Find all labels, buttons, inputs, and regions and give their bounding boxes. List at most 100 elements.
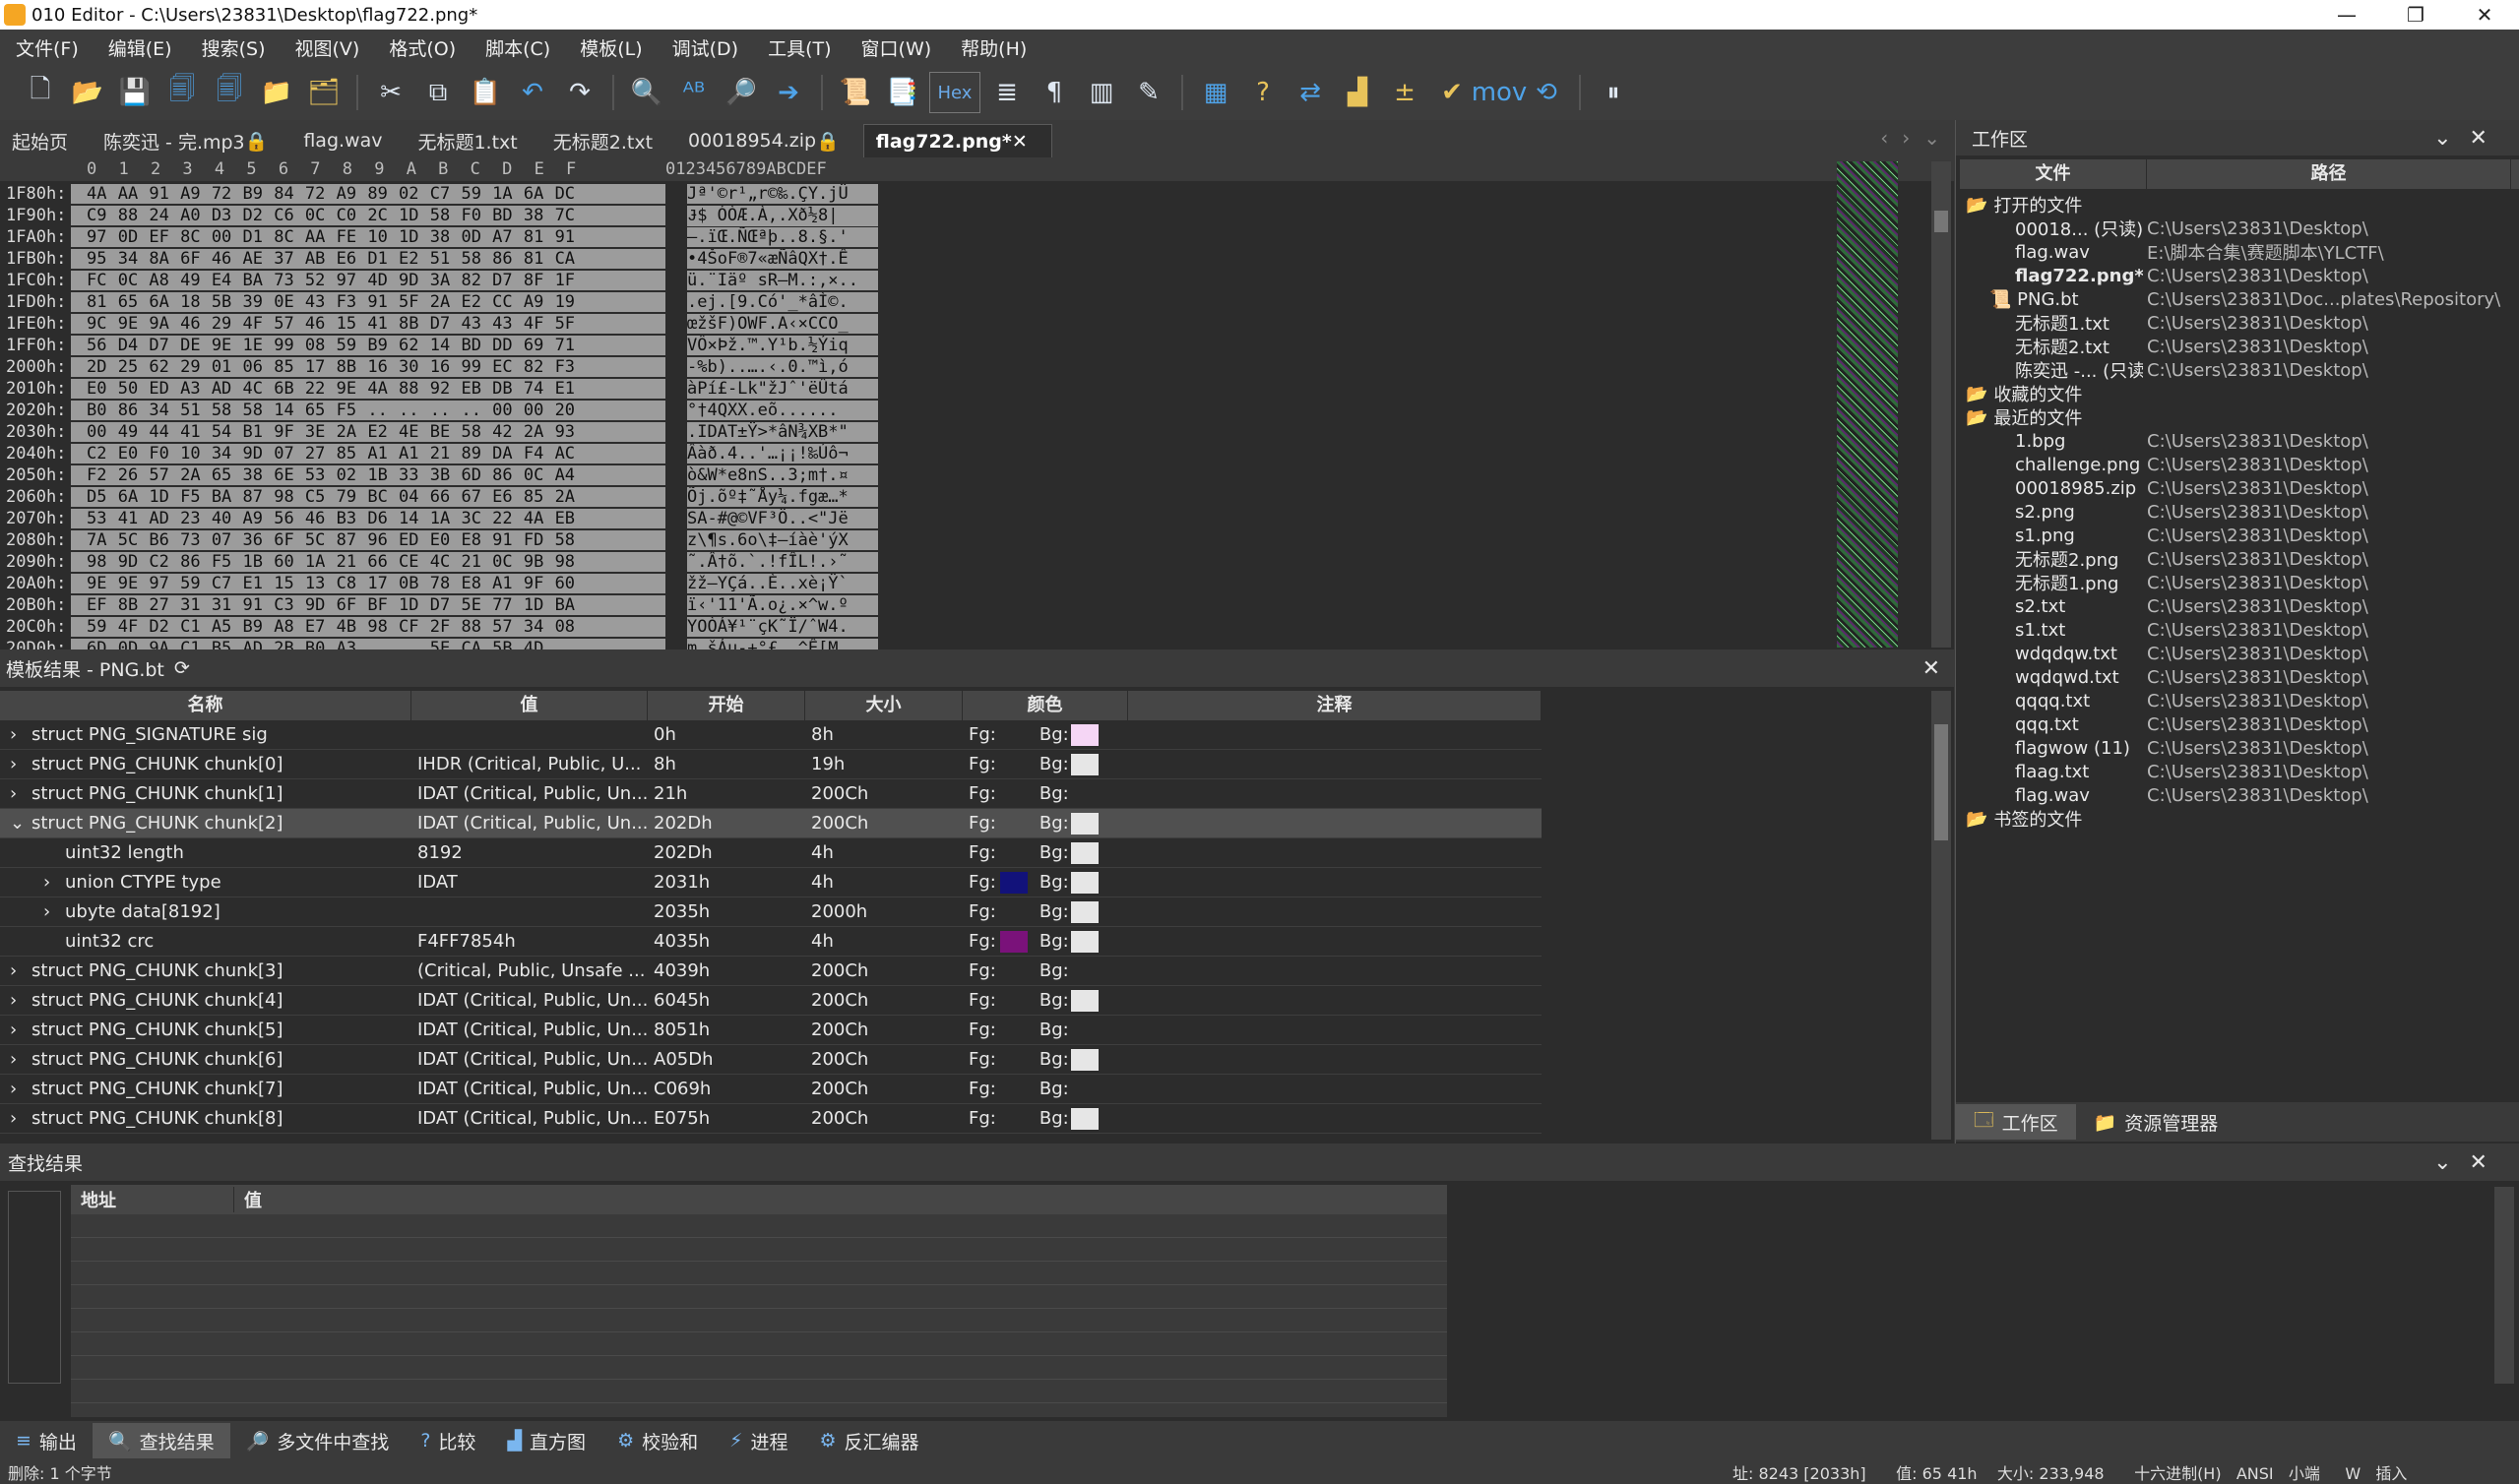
bottom-tab[interactable]: ⚡ 进程 [714,1423,803,1458]
hex-bytes[interactable]: 56 D4 D7 DE 9E 1E 99 08 59 B9 62 14 BD D… [71,336,665,355]
close-window-button[interactable]: ✕ [2450,0,2519,30]
menu-item[interactable]: 调试(D) [657,34,752,61]
fg-swatch[interactable] [1000,1020,1028,1041]
hex-row[interactable]: 1F90h: C9 88 24 A0 D3 D2 C6 0C C0 2C 1D 5… [0,205,878,226]
workspace-group[interactable]: 📂 书签的文件 [1956,807,2519,832]
bg-swatch[interactable] [1071,783,1099,805]
hex-row[interactable]: 1FB0h: 95 34 8A 6F 46 AE 37 AB E6 D1 E2 5… [0,248,878,270]
fg-swatch[interactable] [1000,990,1028,1012]
hex-ascii[interactable]: ü.¨Iäº sR—M.:‚×.. [687,271,878,290]
hex-bytes[interactable]: E0 50 ED A3 AD 4C 6B 22 9E 4A 88 92 EB D… [71,379,665,399]
hex-bytes[interactable]: 00 49 44 41 54 B1 9F 3E 2A E2 4E BE 58 4… [71,422,665,442]
hex-bytes[interactable]: 95 34 8A 6F 46 AE 37 AB E6 D1 E2 51 58 8… [71,249,665,269]
hex-bytes[interactable]: 9C 9E 9A 46 29 4F 57 46 15 41 8B D7 43 4… [71,314,665,334]
template-row[interactable]: › union CTYPE type IDAT 2031h 4h Fg: Bg: [0,868,1542,897]
hex-row[interactable]: 2040h: C2 E0 F0 10 34 9D 07 27 85 A1 A1 2… [0,443,878,464]
expand-toggle-icon[interactable]: ⌄ [10,813,31,834]
hex-ascii[interactable]: Ɉ$ ÓÒÆ.À,.Xð½8| [687,205,878,226]
menu-item[interactable]: 格式(O) [373,34,470,61]
workspace-file-item[interactable]: s1.png C:\Users\23831\Desktop\ [1956,524,2519,547]
template-row[interactable]: › struct PNG_CHUNK chunk[3] (Critical, Pu… [0,957,1542,986]
expand-toggle-icon[interactable]: › [10,990,31,1011]
goto-icon[interactable]: ➔ [768,72,809,113]
workspace-group[interactable]: 📂 最近的文件 [1956,405,2519,430]
minimize-button[interactable]: — [2312,0,2381,30]
fg-swatch[interactable] [1000,1108,1028,1130]
hex-bytes[interactable]: 2D 25 62 29 01 06 85 17 8B 16 30 16 99 E… [71,357,665,377]
find-icon[interactable]: 🔍 [626,72,667,113]
fg-swatch[interactable] [1000,842,1028,864]
hex-row[interactable]: 2010h: E0 50 ED A3 AD 4C 6B 22 9E 4A 88 9… [0,378,878,400]
hex-row[interactable]: 2080h: 7A 5C B6 73 07 36 6F 5C 87 96 ED E… [0,529,878,551]
fg-swatch[interactable] [1000,1049,1028,1071]
file-tab[interactable]: 无标题2.txt [541,124,676,157]
byte-map-overview[interactable] [1837,161,1898,648]
close-tab-icon[interactable]: ✕ [1012,131,1028,153]
template-col-header[interactable]: 名称 [0,691,411,720]
compare-icon[interactable]: ⇄ [1290,72,1331,113]
workspace-file-item[interactable]: 陈奕迅 -... (只读) C:\Users\23831\Desktop\ [1956,358,2519,383]
new-file-icon[interactable]: 🗋 [20,72,61,113]
template-row[interactable]: uint32 length 8192 202Dh 4h Fg: Bg: [0,838,1542,868]
menu-item[interactable]: 脚本(C) [470,34,564,61]
template-row[interactable]: › struct PNG_CHUNK chunk[4] IDAT (Critical… [0,986,1542,1016]
fg-swatch[interactable] [1000,754,1028,775]
workspace-icon[interactable]: 🗂 [303,72,345,113]
undo-icon[interactable]: ↶ [512,72,553,113]
template-col-header[interactable]: 注释 [1128,691,1542,720]
hex-row[interactable]: 2020h: B0 86 34 51 58 58 14 65 F5 .. .. .… [0,400,878,421]
menu-item[interactable]: 文件(F) [0,34,93,61]
workspace-file-item[interactable]: flag722.png* C:\Users\23831\Desktop\ [1956,264,2519,287]
open-folder-icon[interactable]: 📁 [256,72,297,113]
template-row[interactable]: › struct PNG_CHUNK chunk[6] IDAT (Critical… [0,1045,1542,1075]
workspace-file-item[interactable]: flaag.txt C:\Users\23831\Desktop\ [1956,760,2519,783]
workspace-file-item[interactable]: 无标题1.txt C:\Users\23831\Desktop\ [1956,311,2519,336]
hex-ascii[interactable]: Jª'©r¹„r©‰.ÇY.jÜ [687,184,878,204]
hex-row[interactable]: 1F80h: 4A AA 91 A9 72 B9 84 72 A9 89 02 C… [0,183,878,205]
hex-ascii[interactable]: .ej.[9.Có'_*âÌ©. [687,292,878,312]
hex-ascii[interactable]: ˜.Â†õ.`.!fÎL!.›˜ [687,552,878,572]
save-icon[interactable]: 💾 [114,72,156,113]
template-row[interactable]: › struct PNG_SIGNATURE sig 0h 8h Fg: Bg: [0,720,1542,750]
bg-swatch[interactable] [1070,1107,1099,1130]
workspace-file-item[interactable]: challenge.png C:\Users\23831\Desktop\ [1956,453,2519,476]
hex-bytes[interactable]: C2 E0 F0 10 34 9D 07 27 85 A1 A1 21 89 D… [71,444,665,464]
bottom-tab[interactable]: 🔎 多文件中查找 [230,1423,406,1458]
template-row[interactable]: uint32 crc F4FF7854h 4035h 4h Fg: Bg: [0,927,1542,957]
cut-icon[interactable]: ✂ [370,72,411,113]
hex-row[interactable]: 1FA0h: 97 0D EF 8C 00 D1 8C AA FE 10 1D 3… [0,226,878,248]
fg-swatch[interactable] [1000,960,1028,982]
histogram-icon[interactable]: ▟ [1337,72,1378,113]
checksum-icon[interactable]: ± [1384,72,1425,113]
workspace-file-item[interactable]: qqq.txt C:\Users\23831\Desktop\ [1956,712,2519,736]
hex-row[interactable]: 1FC0h: FC 0C A8 49 E4 BA 73 52 97 4D 9D 3… [0,270,878,291]
verify-icon[interactable]: ✔ [1431,72,1473,113]
bottom-tab[interactable]: ? 比较 [405,1423,491,1458]
workspace-file-item[interactable]: 00018... (只读) C:\Users\23831\Desktop\ [1956,216,2519,241]
template-row[interactable]: › struct PNG_CHUNK chunk[0] IHDR (Critical… [0,750,1542,779]
workspace-group[interactable]: 📂 打开的文件 [1956,193,2519,217]
hex-ascii[interactable]: °†4QXX.eõ...... [687,401,878,420]
template-row[interactable]: › struct PNG_CHUNK chunk[8] IDAT (Critical… [0,1104,1542,1134]
hex-bytes[interactable]: C9 88 24 A0 D3 D2 C6 0C C0 2C 1D 58 F0 B… [71,206,665,225]
hex-row[interactable]: 2030h: 00 49 44 41 54 B1 9F 3E 2A E2 4E B… [0,421,878,443]
file-tab[interactable]: 00018954.zip 🔒 [676,124,863,157]
fg-swatch[interactable] [1000,901,1028,923]
find-in-files-icon[interactable]: 🔎 [721,72,762,113]
hex-bytes[interactable]: EF 8B 27 31 31 91 C3 9D 6F BF 1D D7 5E 7… [71,595,665,615]
hex-bytes[interactable]: 98 9D C2 86 F5 1B 60 1A 21 66 CE 4C 21 0… [71,552,665,572]
template-col-header[interactable]: 颜色 [963,691,1128,720]
help-icon[interactable]: ? [1242,72,1284,113]
expand-toggle-icon[interactable]: › [10,724,31,745]
workspace-group[interactable]: 📂 收藏的文件 [1956,382,2519,406]
hex-bytes[interactable]: 7A 5C B6 73 07 36 6F 5C 87 96 ED E0 E8 9… [71,530,665,550]
workspace-file-item[interactable]: s1.txt C:\Users\23831\Desktop\ [1956,618,2519,642]
hex-ascii[interactable]: •4ŠoF®7«æÑâQX†.Ê [687,249,878,269]
file-tab[interactable]: 起始页 [0,124,92,157]
hex-ascii[interactable]: z\¶s.6o\‡–íàè'ýX [687,530,878,550]
workspace-file-item[interactable]: 📜 PNG.bt C:\Users\23831\Doc...plates\Repo… [1956,287,2519,311]
copy-icon[interactable]: ⧉ [417,72,459,113]
workspace-file-item[interactable]: s2.png C:\Users\23831\Desktop\ [1956,500,2519,524]
expand-toggle-icon[interactable]: › [43,872,65,893]
bottom-tab[interactable]: ⚙ 反汇编器 [803,1423,934,1458]
